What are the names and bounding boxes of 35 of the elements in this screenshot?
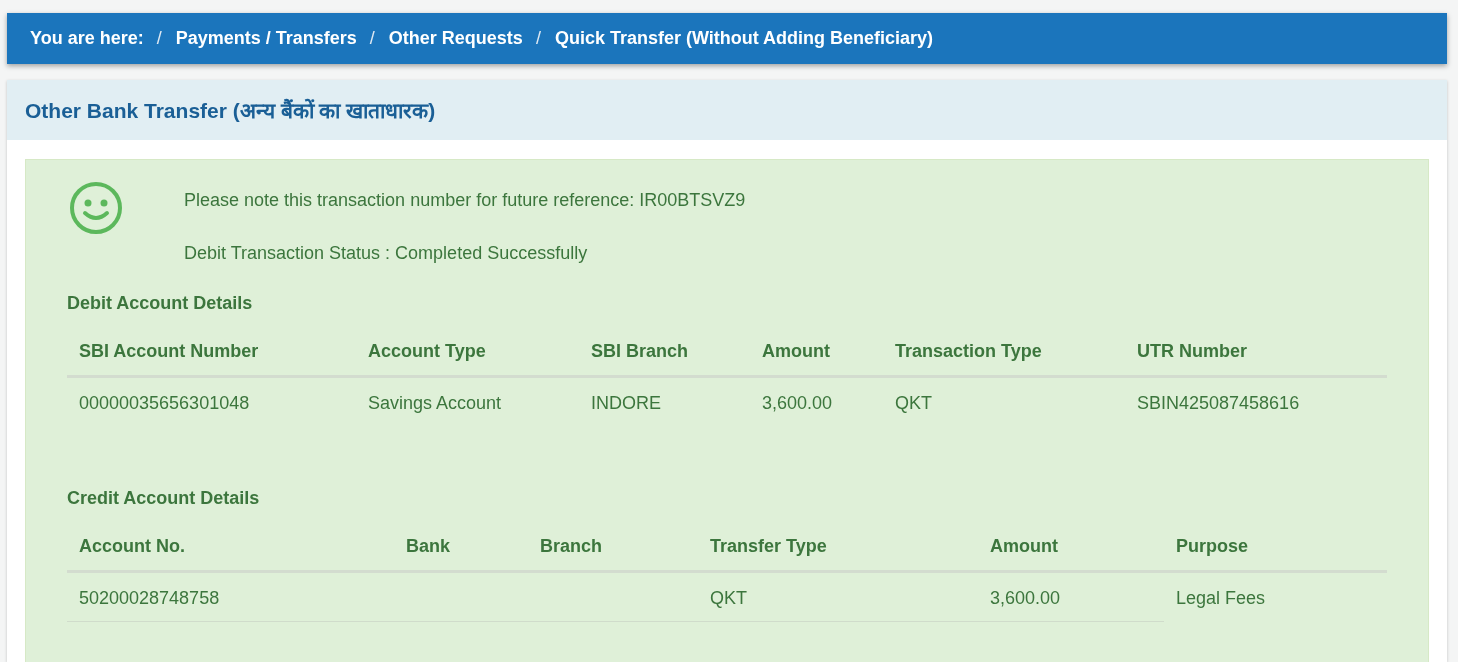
- column-header: Amount: [978, 523, 1164, 572]
- table-cell: INDORE: [579, 376, 750, 426]
- breadcrumb-separator: /: [535, 28, 541, 49]
- column-header: Branch: [528, 523, 698, 572]
- table-cell: Savings Account: [356, 376, 579, 426]
- column-header: SBI Account Number: [67, 328, 356, 377]
- breadcrumb-separator: /: [156, 28, 162, 49]
- panel-title: Other Bank Transfer (अन्य बैंकों का खाताधारक): [25, 97, 436, 124]
- table-cell: 3,600.00: [750, 376, 883, 426]
- column-header: Amount: [750, 328, 883, 377]
- breadcrumb-separator: /: [369, 28, 375, 49]
- reference-message: Please note this transaction number for future reference: IR00BTSVZ9: [184, 189, 746, 211]
- breadcrumb-link[interactable]: Payments / Transfers: [175, 28, 357, 49]
- column-header: SBI Branch: [579, 328, 750, 377]
- table-cell: QKT: [883, 376, 1125, 426]
- column-header: Purpose: [1164, 523, 1387, 572]
- column-header: Account No.: [67, 523, 394, 572]
- column-header: Account Type: [356, 328, 579, 377]
- table-cell: 50200028748758: [67, 571, 394, 622]
- breadcrumb-link[interactable]: Other Requests: [388, 28, 523, 49]
- column-header: Transfer Type: [698, 523, 978, 572]
- column-header: Transaction Type: [883, 328, 1125, 377]
- column-header: UTR Number: [1125, 328, 1387, 377]
- status-message: Debit Transaction Status : Completed Successfully: [184, 242, 589, 264]
- breadcrumb-label: You are here:: [30, 28, 144, 49]
- breadcrumb-link[interactable]: Quick Transfer (Without Adding Beneficiary): [554, 28, 934, 49]
- table-cell: QKT: [698, 571, 978, 622]
- section-heading: Debit Account Details: [67, 292, 254, 314]
- table-cell: 3,600.00: [978, 571, 1164, 622]
- column-header: Bank: [394, 523, 528, 572]
- smiley-icon: [69, 181, 123, 235]
- table-cell: 00000035656301048: [67, 376, 356, 426]
- table-cell: SBIN425087458616: [1125, 376, 1387, 426]
- table-cell: Legal Fees: [1164, 571, 1387, 622]
- section-heading: Credit Account Details: [67, 487, 261, 509]
